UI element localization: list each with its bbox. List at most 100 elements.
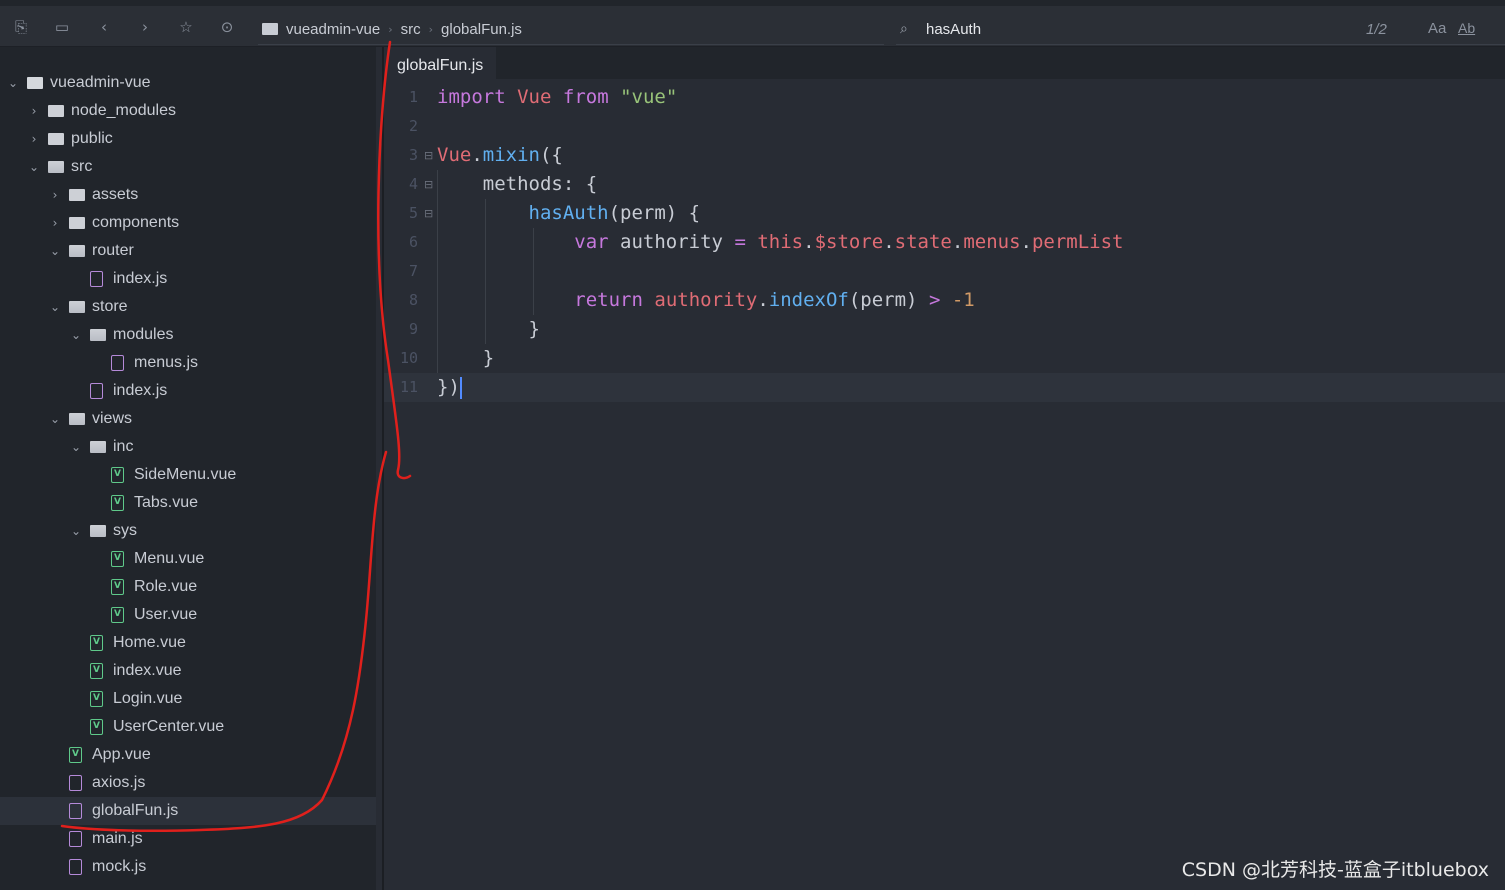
back-arrow-icon[interactable]: ‹	[95, 18, 113, 36]
search-bar[interactable]: ⌕ hasAuth 1/2 Aa Ab	[896, 14, 1505, 45]
code-token: import	[437, 86, 506, 108]
tree-item[interactable]: ⌄ router	[0, 237, 376, 265]
code-token: (perm)	[848, 289, 929, 311]
code-text: Vue.mixin({	[437, 141, 563, 170]
fold-icon[interactable]: ⊟	[424, 141, 433, 170]
tree-item[interactable]: ⌄ vueadmin-vue	[0, 69, 376, 97]
whole-word-toggle[interactable]: Ab	[1458, 20, 1475, 36]
breadcrumb-item[interactable]: vueadmin-vue	[286, 21, 380, 38]
tree-item[interactable]: V Menu.vue	[0, 545, 376, 573]
vue-file-icon: V	[69, 747, 82, 763]
tree-item-label: router	[92, 242, 134, 259]
vue-file-icon: V	[111, 495, 124, 511]
tree-item[interactable]: V User.vue	[0, 601, 376, 629]
chevron-right-icon[interactable]: ›	[48, 209, 62, 237]
tree-item[interactable]: › node_modules	[0, 97, 376, 125]
code-line[interactable]: 9 }	[384, 315, 1505, 344]
save-icon[interactable]: ▭	[53, 18, 71, 36]
code-token: var	[574, 231, 609, 253]
code-line[interactable]: 10 }	[384, 344, 1505, 373]
project-explorer: ⌄ vueadmin-vue › node_modules › public ⌄ src › as…	[0, 47, 376, 890]
tree-item[interactable]: main.js	[0, 825, 376, 853]
code-line[interactable]: 8 return authority.indexOf(perm) > -1	[384, 286, 1505, 315]
chevron-down-icon[interactable]: ⌄	[69, 321, 83, 349]
tree-item[interactable]: V Tabs.vue	[0, 489, 376, 517]
code-editor[interactable]: globalFun.js 1 import Vue from "vue" 2 3 ⊟ Vu…	[384, 47, 1505, 890]
tree-item[interactable]: ⌄ modules	[0, 321, 376, 349]
forward-arrow-icon[interactable]: ›	[136, 18, 154, 36]
chevron-down-icon[interactable]: ⌄	[69, 433, 83, 461]
js-file-icon	[69, 803, 82, 819]
tab-globalfun[interactable]: globalFun.js	[384, 47, 497, 79]
code-line[interactable]: 2	[384, 112, 1505, 141]
tree-item[interactable]: › public	[0, 125, 376, 153]
fold-icon[interactable]: ⊟	[424, 170, 433, 199]
tree-item-label: index.js	[113, 270, 168, 287]
tree-item[interactable]: ⌄ src	[0, 153, 376, 181]
code-line[interactable]: 6 var authority = this.$store.state.menu…	[384, 228, 1505, 257]
chevron-down-icon[interactable]: ⌄	[48, 237, 62, 265]
folder-icon	[69, 189, 85, 201]
search-input[interactable]: hasAuth	[926, 21, 981, 38]
code-line[interactable]: 4 ⊟ methods: {	[384, 170, 1505, 199]
tree-item-label: index.vue	[113, 662, 182, 679]
tree-item-label: node_modules	[71, 102, 176, 119]
tree-item[interactable]: menus.js	[0, 349, 376, 377]
tree-item[interactable]: › assets	[0, 181, 376, 209]
code-line[interactable]: 5 ⊟ hasAuth(perm) {	[384, 199, 1505, 228]
tree-item[interactable]: Vindex.vue	[0, 657, 376, 685]
code-token: ({	[539, 144, 563, 166]
code-token: .	[951, 231, 964, 253]
breadcrumb-item[interactable]: src	[401, 21, 421, 38]
tree-item[interactable]: index.js	[0, 265, 376, 293]
code-token: indexOf	[768, 289, 849, 311]
code-token: })	[437, 376, 460, 398]
tree-item[interactable]: ⌄ inc	[0, 433, 376, 461]
chevron-down-icon[interactable]: ⌄	[69, 517, 83, 545]
tree-item[interactable]: ⌄ views	[0, 405, 376, 433]
tree-item[interactable]: V Home.vue	[0, 629, 376, 657]
chevron-right-icon[interactable]: ›	[27, 125, 41, 153]
tree-item[interactable]: ⌄ store	[0, 293, 376, 321]
tree-item[interactable]: V App.vue	[0, 741, 376, 769]
match-case-toggle[interactable]: Aa	[1428, 20, 1446, 37]
tree-item[interactable]: axios.js	[0, 769, 376, 797]
chevron-right-icon: ›	[428, 22, 434, 36]
tree-item-label: Role.vue	[134, 578, 198, 595]
tree-item[interactable]: › components	[0, 209, 376, 237]
code-line[interactable]: 11})	[384, 373, 1505, 402]
chevron-right-icon[interactable]: ›	[48, 181, 62, 209]
chevron-down-icon[interactable]: ⌄	[48, 405, 62, 433]
tree-item-label: public	[71, 130, 113, 147]
folder-open-icon	[27, 77, 43, 89]
chevron-right-icon[interactable]: ›	[27, 97, 41, 125]
tree-item[interactable]: mock.js	[0, 853, 376, 881]
code-token: return	[574, 289, 643, 311]
tree-item[interactable]: V SideMenu.vue	[0, 461, 376, 489]
chevron-down-icon[interactable]: ⌄	[48, 293, 62, 321]
tree-item[interactable]: V Role.vue	[0, 573, 376, 601]
code-line[interactable]: 7	[384, 257, 1505, 286]
tree-item[interactable]: ⌄ sys	[0, 517, 376, 545]
star-icon[interactable]: ☆	[177, 18, 195, 36]
chevron-down-icon[interactable]: ⌄	[27, 153, 41, 181]
fold-icon[interactable]: ⊟	[424, 199, 433, 228]
tree-item-label: Login.vue	[113, 690, 183, 707]
tree-item[interactable]: index.js	[0, 377, 376, 405]
code-line[interactable]: 1 import Vue from "vue"	[384, 83, 1505, 112]
run-icon[interactable]: ⊙	[218, 18, 236, 36]
tree-item-label: main.js	[92, 830, 143, 847]
code-line[interactable]: 3 ⊟ Vue.mixin({	[384, 141, 1505, 170]
tree-item[interactable]: globalFun.js	[0, 797, 376, 825]
save-to-disk-icon[interactable]: ⎘	[12, 18, 30, 36]
breadcrumb-item[interactable]: globalFun.js	[441, 21, 522, 38]
chevron-down-icon[interactable]: ⌄	[6, 69, 20, 97]
line-number: 10	[399, 349, 418, 367]
tree-item[interactable]: V UserCenter.vue	[0, 713, 376, 741]
tree-item-label: globalFun.js	[92, 802, 179, 819]
tree-item[interactable]: V Login.vue	[0, 685, 376, 713]
